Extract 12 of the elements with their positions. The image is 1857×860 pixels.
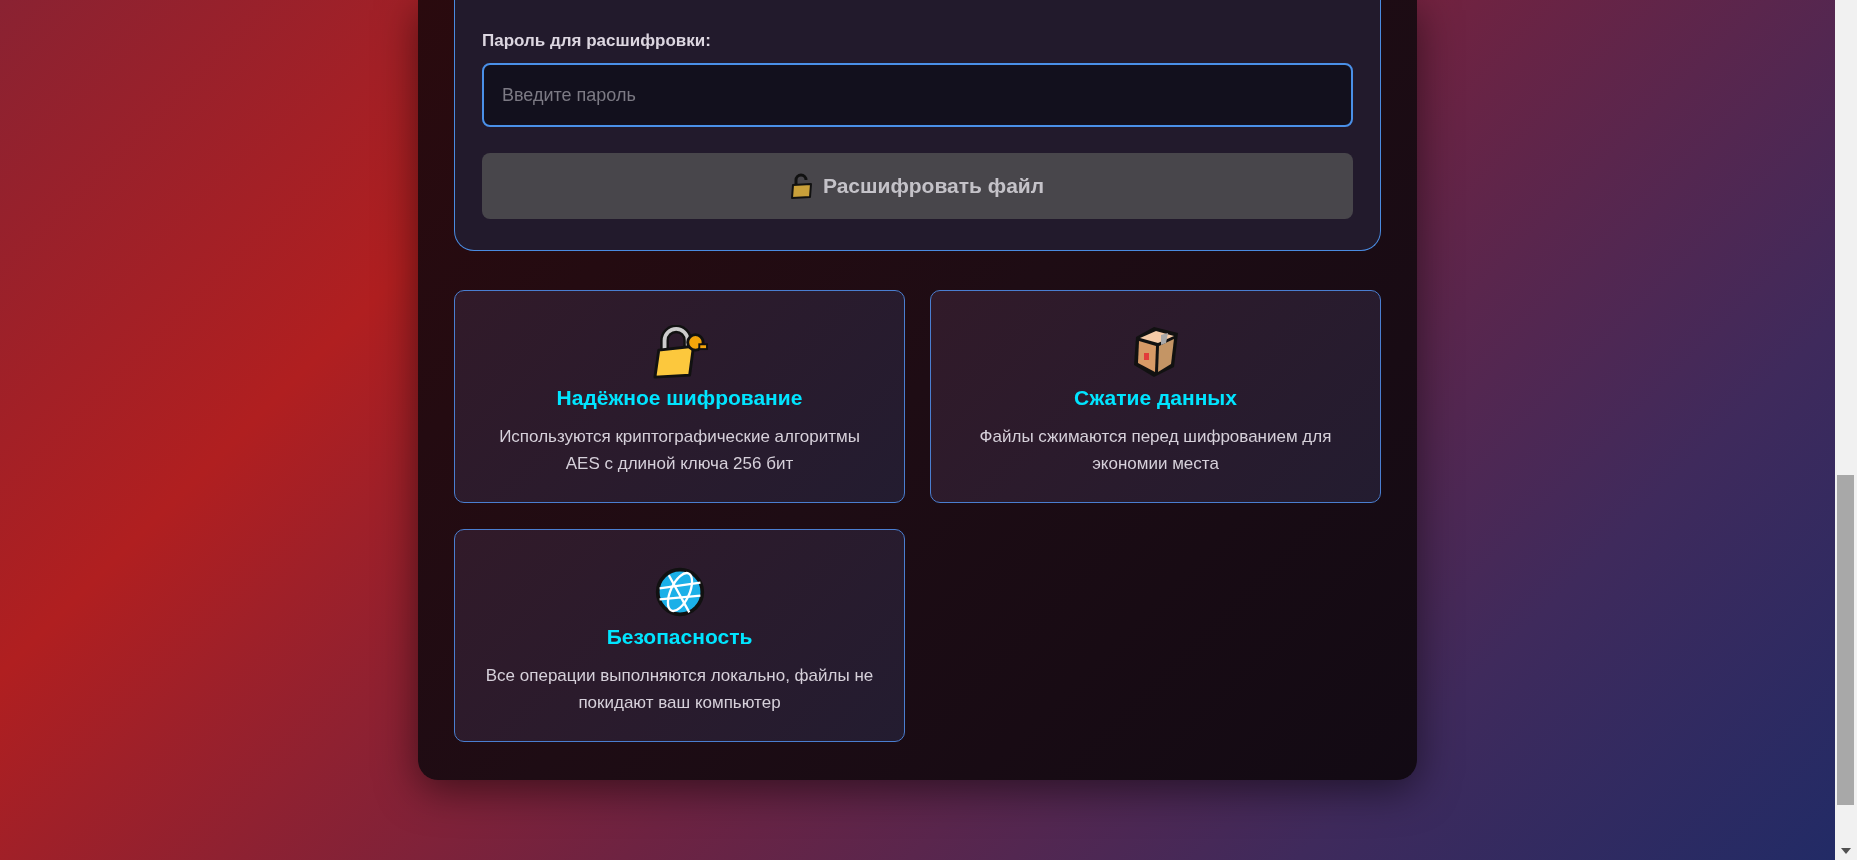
- feature-title: Надёжное шифрование: [556, 385, 803, 411]
- feature-description: Файлы сжимаются перед шифрованием для экономии места: [978, 426, 1333, 475]
- open-padlock-icon: [790, 173, 813, 199]
- password-field[interactable]: Введите пароль: [482, 63, 1353, 127]
- feature-title: Сжатие данных: [1074, 385, 1237, 411]
- feature-description: Используются криптографические алгоритмы AES с длиной ключа 256 бит: [498, 426, 861, 475]
- feature-description: Все операции выполняются локально, файлы не покидают ваш компьютер: [484, 665, 875, 714]
- feature-title: Безопасность: [606, 624, 753, 650]
- scrollbar-thumb[interactable]: [1837, 475, 1854, 805]
- password-label: Пароль для расшифровки:: [482, 30, 712, 52]
- globe-icon: [653, 566, 706, 618]
- scroll-down-arrow-icon[interactable]: [1841, 848, 1851, 854]
